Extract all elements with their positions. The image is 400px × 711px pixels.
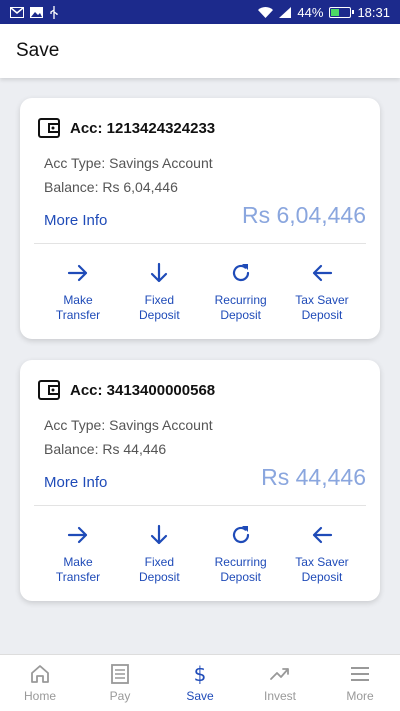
- wallet-icon: [38, 118, 60, 138]
- action-label: Make Transfer: [55, 555, 101, 584]
- action-label: Fixed Deposit: [138, 555, 180, 584]
- nav-label: Pay: [109, 689, 131, 703]
- arrow-left-icon: [312, 264, 333, 282]
- status-left-icons: [10, 5, 59, 19]
- trending-up-icon: [270, 668, 289, 680]
- balance-display: Rs 6,04,446: [241, 202, 366, 228]
- menu-icon: [351, 667, 369, 681]
- account-type: Acc Type: Savings Account: [44, 417, 213, 433]
- nav-label: Invest: [263, 689, 296, 703]
- account-actions: Make Transfer Fixed Deposit Recurring De…: [56, 261, 362, 323]
- account-type: Acc Type: Savings Account: [44, 155, 213, 171]
- action-label: Fixed Deposit: [138, 293, 180, 322]
- action-label: Tax Saver Deposit: [295, 555, 349, 584]
- action-label: Tax Saver Deposit: [295, 293, 349, 322]
- clock: 18:31: [357, 4, 390, 20]
- account-number: Acc: 3413400000568: [70, 381, 216, 399]
- account-balance: Balance: Rs 6,04,446: [44, 179, 178, 195]
- nav-pay[interactable]: Pay: [80, 655, 160, 711]
- nav-more[interactable]: More: [320, 655, 400, 711]
- dollar-icon: $: [194, 663, 207, 685]
- wallet-icon: [38, 380, 60, 400]
- make-transfer-button[interactable]: Make Transfer: [38, 523, 118, 585]
- home-icon: [31, 665, 49, 683]
- nav-home[interactable]: Home: [0, 655, 80, 711]
- bottom-navigation: Home Pay $ Save Invest More: [0, 654, 400, 711]
- gmail-icon: [10, 6, 24, 18]
- battery-level: [331, 8, 339, 16]
- battery-percent: 44%: [297, 4, 324, 20]
- recurring-deposit-button[interactable]: Recurring Deposit: [201, 523, 281, 585]
- fixed-deposit-button[interactable]: Fixed Deposit: [119, 261, 199, 323]
- account-balance: Balance: Rs 44,446: [44, 441, 167, 457]
- nav-invest[interactable]: Invest: [240, 655, 320, 711]
- nav-label: Save: [186, 689, 214, 703]
- battery-icon: [329, 6, 355, 18]
- account-header: Acc: 1213424324233: [38, 118, 215, 138]
- account-number: Acc: 1213424324233: [70, 119, 216, 137]
- status-right-icons: 44% 18:31: [258, 5, 390, 20]
- nav-label: Home: [23, 689, 56, 703]
- account-card: Acc: 1213424324233 Acc Type: Savings Acc…: [20, 98, 380, 339]
- image-icon: [30, 6, 43, 18]
- arrow-left-icon: [312, 526, 333, 544]
- refresh-icon: [232, 526, 249, 544]
- more-info-link[interactable]: More Info: [44, 474, 107, 491]
- balance-display: Rs 44,446: [261, 464, 366, 490]
- wifi-icon: [258, 6, 274, 18]
- make-transfer-button[interactable]: Make Transfer: [38, 261, 118, 323]
- recurring-deposit-button[interactable]: Recurring Deposit: [201, 261, 281, 323]
- account-actions: Make Transfer Fixed Deposit Recurring De…: [56, 523, 362, 585]
- action-label: Make Transfer: [55, 293, 101, 322]
- arrow-right-icon: [67, 526, 88, 544]
- divider: [34, 243, 366, 244]
- divider: [34, 505, 366, 506]
- tax-saver-deposit-button[interactable]: Tax Saver Deposit: [282, 261, 362, 323]
- app-bar: Save: [0, 24, 400, 78]
- signal-icon: [279, 6, 292, 18]
- arrow-down-icon: [151, 524, 168, 545]
- arrow-down-icon: [151, 262, 168, 283]
- page-title: Save: [16, 40, 60, 61]
- account-header: Acc: 3413400000568: [38, 380, 215, 400]
- usb-icon: [50, 5, 58, 19]
- account-card: Acc: 3413400000568 Acc Type: Savings Acc…: [20, 360, 380, 601]
- status-bar: 44% 18:31: [0, 0, 400, 24]
- receipt-icon: [111, 664, 129, 684]
- arrow-right-icon: [67, 264, 88, 282]
- action-label: Recurring Deposit: [214, 555, 267, 584]
- fixed-deposit-button[interactable]: Fixed Deposit: [119, 523, 199, 585]
- svg-text:$: $: [194, 663, 207, 685]
- tax-saver-deposit-button[interactable]: Tax Saver Deposit: [282, 523, 362, 585]
- nav-save[interactable]: $ Save: [160, 655, 240, 711]
- nav-label: More: [346, 689, 374, 703]
- action-label: Recurring Deposit: [214, 293, 267, 322]
- refresh-icon: [232, 264, 249, 282]
- more-info-link[interactable]: More Info: [44, 212, 107, 229]
